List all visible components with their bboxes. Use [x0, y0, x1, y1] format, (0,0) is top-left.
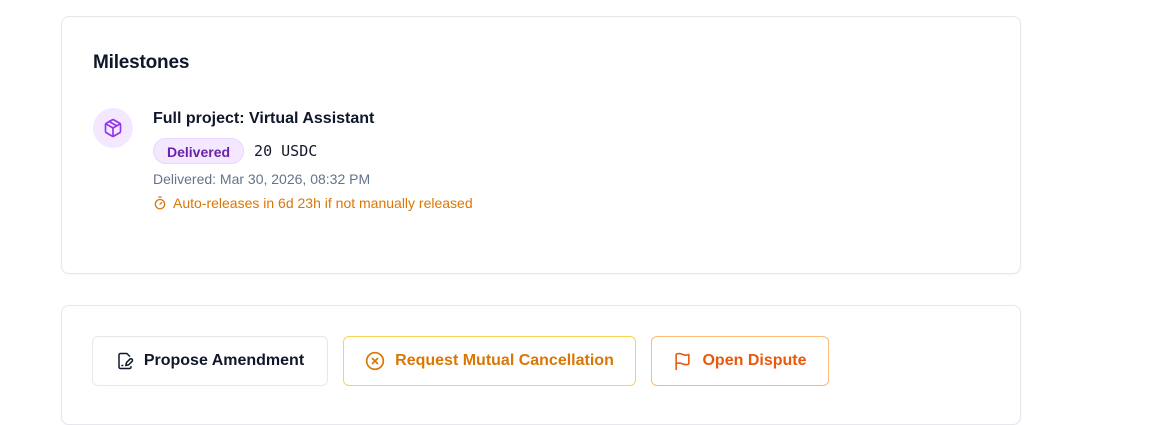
status-badge: Delivered [153, 138, 245, 164]
open-dispute-button[interactable]: Open Dispute [651, 336, 829, 386]
propose-amendment-label: Propose Amendment [143, 352, 305, 369]
actions-card: Propose Amendment Request Mutual Cancell… [61, 305, 1021, 425]
milestone-title: Full project: Virtual Assistant [153, 110, 375, 127]
request-cancellation-button[interactable]: Request Mutual Cancellation [343, 336, 636, 386]
request-cancellation-label: Request Mutual Cancellation [395, 352, 614, 369]
milestone-amount: 20 USDC [254, 142, 318, 160]
propose-amendment-button[interactable]: Propose Amendment [92, 336, 328, 386]
auto-release-notice: Auto-releases in 6d 23h if not manually … [153, 195, 473, 211]
package-icon [103, 118, 123, 138]
section-title: Milestones [93, 52, 190, 73]
circle-x-icon [365, 351, 385, 371]
delivered-date: Delivered: Mar 30, 2026, 08:32 PM [153, 171, 371, 187]
open-dispute-label: Open Dispute [702, 352, 807, 369]
file-signature-icon [116, 352, 134, 370]
timer-icon [153, 196, 167, 210]
milestones-card: Milestones Full project: Virtual Assista… [61, 16, 1021, 274]
milestone-icon-badge [93, 108, 133, 148]
auto-release-text: Auto-releases in 6d 23h if not manually … [173, 195, 473, 211]
milestone-status-row: Delivered 20 USDC [153, 138, 317, 164]
flag-icon [673, 352, 692, 371]
